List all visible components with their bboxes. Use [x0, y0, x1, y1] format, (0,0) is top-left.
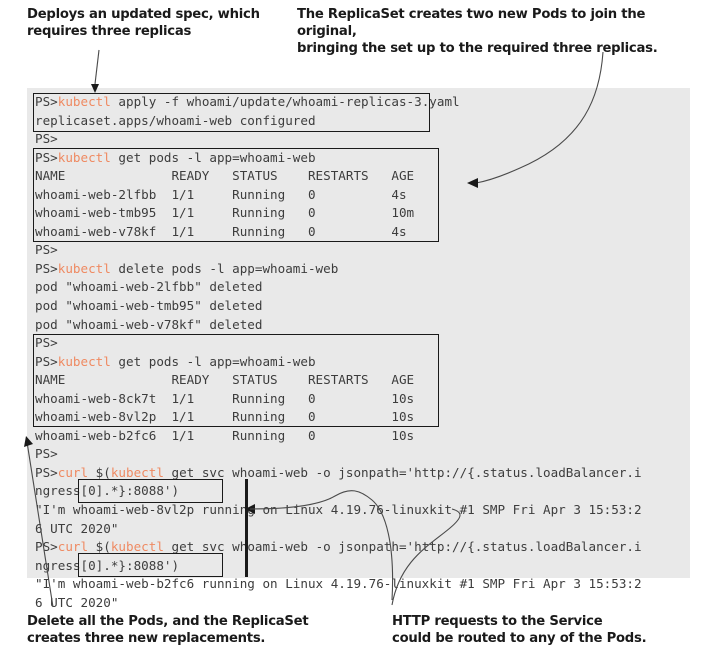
- leader-top-left: [94, 49, 100, 85]
- leader-bottom-right-visible: [249, 490, 394, 601]
- callout-bottom-left: Delete all the Pods, and the ReplicaSet …: [27, 614, 309, 646]
- figure-root: Deploys an updated spec, which requires …: [0, 0, 712, 661]
- leader-bottom-left: [26, 441, 54, 608]
- arrowhead-bottom-left: [24, 436, 33, 447]
- arrowhead-top-right: [467, 178, 478, 188]
- leader-bottom-right: [391, 508, 461, 606]
- leader-top-right: [475, 51, 604, 184]
- callout-bottom-right: HTTP requests to the Service could be ro…: [392, 614, 647, 646]
- arrowhead-top-left: [91, 84, 99, 93]
- leader-lines: [24, 49, 604, 608]
